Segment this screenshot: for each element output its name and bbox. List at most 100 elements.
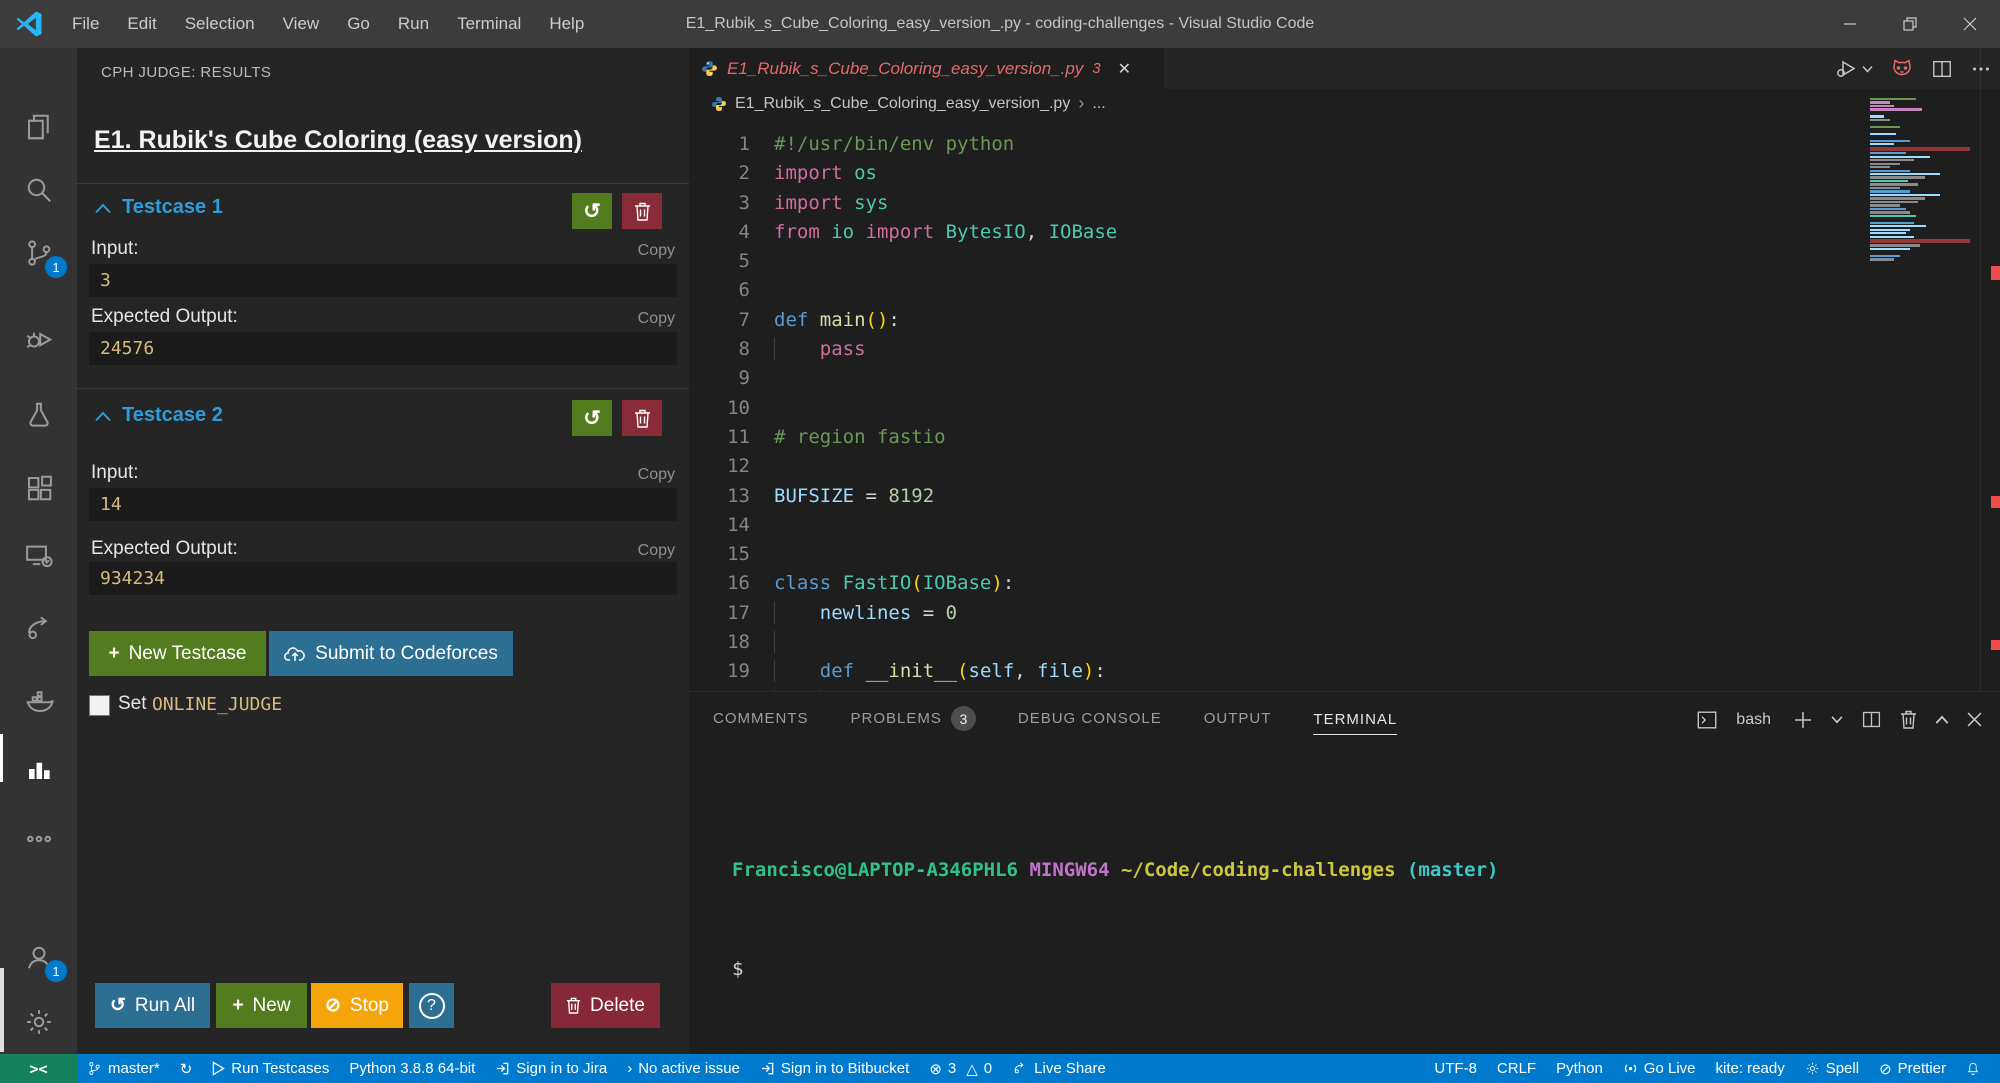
- minimize-icon[interactable]: [1820, 0, 1880, 48]
- live-share-icon[interactable]: [0, 599, 77, 657]
- panel-tab-terminal[interactable]: TERMINAL: [1313, 711, 1397, 735]
- breadcrumb[interactable]: E1_Rubik_s_Cube_Coloring_easy_version_.p…: [689, 89, 2000, 118]
- restore-icon[interactable]: [1880, 0, 1940, 48]
- status-item-go-live[interactable]: Go Live: [1613, 1054, 1706, 1083]
- copy-input-1[interactable]: Copy: [638, 242, 675, 260]
- terminal-cursor-line[interactable]: $: [732, 953, 1498, 986]
- new-button[interactable]: +New: [216, 983, 307, 1028]
- breadcrumb-filename[interactable]: E1_Rubik_s_Cube_Coloring_easy_version_.p…: [735, 95, 1070, 113]
- remote-indicator[interactable]: ><: [0, 1054, 77, 1083]
- close-panel-icon[interactable]: [1967, 712, 1982, 727]
- rerun-testcase-button[interactable]: ↺: [572, 400, 612, 436]
- status-item-sign-in-to-bitbucket[interactable]: Sign in to Bitbucket: [750, 1054, 919, 1083]
- accounts-badge: 1: [45, 960, 67, 982]
- more-actions-icon[interactable]: [0, 810, 77, 868]
- status-item-python[interactable]: Python: [1546, 1054, 1613, 1083]
- code-line: 6: [689, 276, 2000, 305]
- close-icon[interactable]: [1940, 0, 2000, 48]
- testcase-2-output[interactable]: 934234: [89, 562, 677, 595]
- status-item-sign-in-to-jira[interactable]: Sign in to Jira: [485, 1054, 617, 1083]
- accounts-icon[interactable]: 1: [0, 928, 77, 986]
- cph-cat-icon[interactable]: [1890, 57, 1914, 81]
- tab-close-icon[interactable]: ✕: [1118, 59, 1131, 79]
- status-item-utf-8[interactable]: UTF-8: [1424, 1054, 1487, 1083]
- extensions-icon[interactable]: [0, 459, 77, 517]
- delete-testcase-button[interactable]: [622, 193, 662, 229]
- input-label: Input:: [91, 238, 139, 260]
- menu-view[interactable]: View: [269, 0, 334, 48]
- copy-output-1[interactable]: Copy: [638, 310, 675, 328]
- menu-edit[interactable]: Edit: [113, 0, 170, 48]
- status-item-sync[interactable]: ↻: [170, 1054, 203, 1083]
- delete-testcase-button[interactable]: [622, 400, 662, 436]
- more-actions-icon[interactable]: [1970, 58, 1992, 80]
- menu-run[interactable]: Run: [384, 0, 443, 48]
- problems-badge: 3: [951, 706, 976, 731]
- minimap[interactable]: [1870, 98, 1970, 348]
- breadcrumb-symbol[interactable]: ...: [1092, 95, 1105, 113]
- kill-terminal-icon[interactable]: [1900, 710, 1917, 729]
- stop-button[interactable]: ⊘Stop: [311, 983, 403, 1028]
- panel-tab-problems[interactable]: PROBLEMS3: [851, 706, 976, 733]
- explorer-icon[interactable]: [0, 98, 77, 156]
- split-editor-icon[interactable]: [1931, 58, 1953, 80]
- status-item-no-active-issue[interactable]: ›No active issue: [617, 1054, 750, 1083]
- tab-filename: E1_Rubik_s_Cube_Coloring_easy_version_.p…: [727, 59, 1083, 79]
- copy-output-2[interactable]: Copy: [638, 542, 675, 560]
- rerun-testcase-button[interactable]: ↺: [572, 193, 612, 229]
- online-judge-checkbox[interactable]: [89, 695, 110, 716]
- testing-flask-icon[interactable]: [0, 386, 77, 444]
- python-icon: [711, 96, 727, 112]
- menu-selection[interactable]: Selection: [171, 0, 269, 48]
- settings-gear-icon[interactable]: [0, 993, 77, 1051]
- panel-tab-output[interactable]: OUTPUT: [1204, 710, 1272, 729]
- split-terminal-icon[interactable]: [1861, 709, 1882, 730]
- activity-scrollbar[interactable]: [0, 968, 4, 1052]
- delete-button[interactable]: Delete: [551, 983, 660, 1028]
- testcase-2-label[interactable]: Testcase 2: [122, 404, 223, 427]
- terminal-output[interactable]: Francisco@LAPTOP-A346PHL6 MINGW64 ~/Code…: [732, 788, 1498, 1052]
- status-item-python-3-8-8-64-bit[interactable]: Python 3.8.8 64-bit: [339, 1054, 485, 1083]
- new-testcase-button[interactable]: +New Testcase: [89, 631, 266, 676]
- menu-go[interactable]: Go: [333, 0, 384, 48]
- status-item-spell[interactable]: Spell: [1795, 1054, 1869, 1083]
- problem-title[interactable]: E1. Rubik's Cube Coloring (easy version): [94, 126, 582, 155]
- submit-codeforces-button[interactable]: Submit to Codeforces: [269, 631, 513, 676]
- remote-explorer-icon[interactable]: [0, 527, 77, 585]
- new-terminal-icon[interactable]: [1793, 710, 1813, 730]
- panel-tab-comments[interactable]: COMMENTS: [713, 710, 809, 729]
- panel-tab-debug-console[interactable]: DEBUG CONSOLE: [1018, 710, 1162, 729]
- testcase-1-input[interactable]: 3: [89, 264, 677, 297]
- status-item-prettier[interactable]: ⊘Prettier: [1869, 1054, 1956, 1083]
- maximize-panel-icon[interactable]: [1935, 715, 1949, 725]
- docker-icon[interactable]: [0, 672, 77, 730]
- tab-active-file[interactable]: E1_Rubik_s_Cube_Coloring_easy_version_.p…: [689, 48, 1164, 89]
- run-python-file-icon[interactable]: [1835, 57, 1873, 81]
- testcase-1-output[interactable]: 24576: [89, 332, 677, 365]
- testcase-2-input[interactable]: 14: [89, 488, 677, 521]
- chevron-up-icon[interactable]: [95, 203, 111, 214]
- code-line: 4from io import BytesIO, IOBase: [689, 218, 2000, 247]
- cph-results-icon[interactable]: [0, 740, 77, 798]
- status-item-crlf[interactable]: CRLF: [1487, 1054, 1546, 1083]
- menu-file[interactable]: File: [58, 0, 113, 48]
- menu-terminal[interactable]: Terminal: [443, 0, 535, 48]
- status-item-kite-ready[interactable]: kite: ready: [1706, 1054, 1795, 1083]
- status-item-live-share[interactable]: Live Share: [1002, 1054, 1116, 1083]
- code-editor[interactable]: 1#!/usr/bin/env python2import os3import …: [689, 118, 2000, 691]
- chevron-up-icon[interactable]: [95, 411, 111, 422]
- menu-help[interactable]: Help: [535, 0, 598, 48]
- help-button[interactable]: ?: [409, 983, 454, 1028]
- testcase-1-label[interactable]: Testcase 1: [122, 196, 223, 219]
- status-item-master-[interactable]: master*: [77, 1054, 170, 1083]
- run-all-button[interactable]: ↺Run All: [95, 983, 210, 1028]
- search-icon[interactable]: [0, 161, 77, 219]
- terminal-dropdown-icon[interactable]: [1831, 715, 1843, 724]
- status-item-errwarn[interactable]: ⊗3△0: [919, 1054, 1002, 1083]
- status-item-run-testcases[interactable]: Run Testcases: [202, 1054, 339, 1083]
- status-item-bell[interactable]: [1956, 1054, 1990, 1083]
- shell-label[interactable]: bash: [1736, 711, 1771, 729]
- source-control-icon[interactable]: 1: [0, 224, 77, 282]
- run-debug-icon[interactable]: [0, 310, 77, 368]
- copy-input-2[interactable]: Copy: [638, 466, 675, 484]
